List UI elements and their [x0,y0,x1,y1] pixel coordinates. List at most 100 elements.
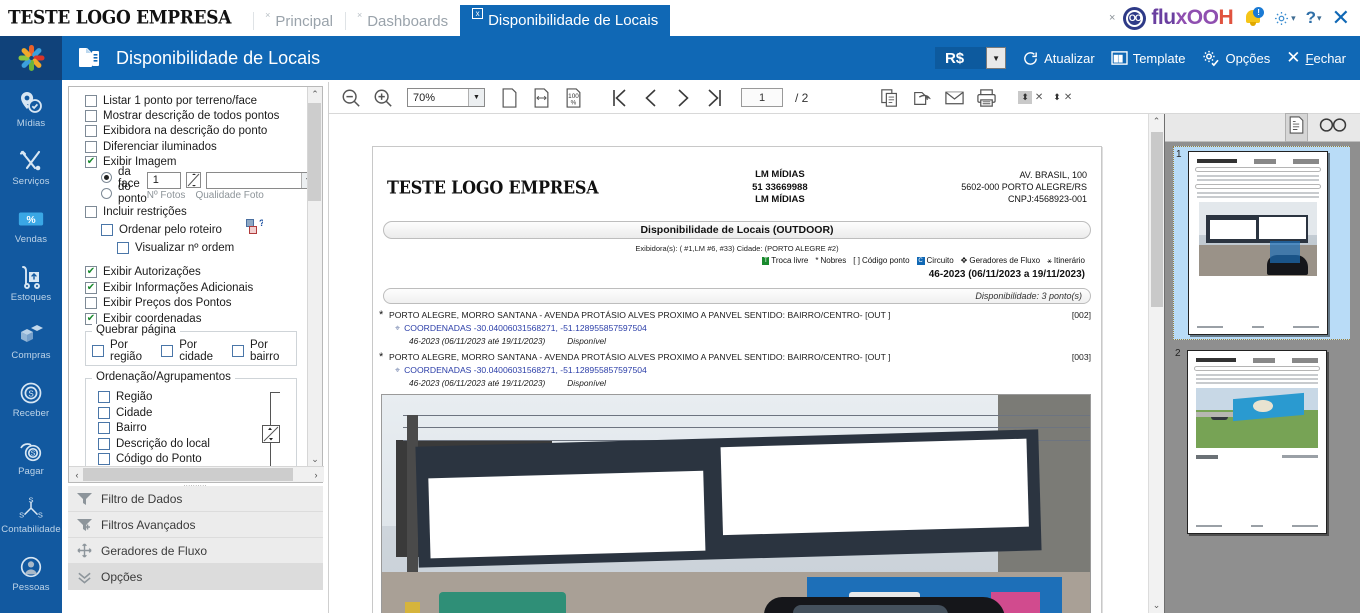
option-por-cidade[interactable]: Por cidade [161,339,223,363]
close-module-button[interactable]: ✕ Fechar [1286,48,1346,68]
option-exibir-precos-pontos[interactable]: Exibir Preços dos Pontos [85,296,307,311]
order-option-cidade[interactable]: Cidade [98,405,252,420]
zoom-level-select[interactable]: 70% ▼ [407,88,485,107]
next-page-icon[interactable] [669,85,697,111]
checkbox-icon[interactable] [85,266,97,279]
option-exibir-autorizacoes[interactable]: Exibir Autorizações [85,265,307,280]
checkbox-icon[interactable] [85,297,97,310]
checkbox-icon[interactable] [85,312,97,325]
settings-gear-icon[interactable]: ▾ [1273,10,1296,27]
checkbox-icon[interactable] [101,223,113,236]
window-close-icon[interactable]: ✕ [1332,7,1350,29]
order-option-codigo-ponto[interactable]: Código do Ponto [98,451,252,466]
refresh-button[interactable]: Atualizar [1022,50,1095,67]
sidebar-item-pessoas[interactable]: Pessoas [0,544,62,602]
checkbox-icon[interactable] [98,437,110,450]
scroll-down-icon[interactable]: ⌄ [1153,600,1161,611]
accordion-filtro-de-dados[interactable]: Filtro de Dados [68,486,323,512]
scroll-down-icon[interactable]: ⌄ [311,454,319,465]
sidebar-item-midias[interactable]: Mídias [0,80,62,138]
route-help-icon[interactable]: ? [245,218,264,240]
scroll-up-icon[interactable]: ⌃ [311,89,319,100]
radio-icon[interactable] [101,187,112,199]
zoom-stepper-b[interactable]: ⬍ ✕ [1053,92,1072,103]
checkbox-icon[interactable] [85,110,97,123]
accordion-geradores-de-fluxo[interactable]: Geradores de Fluxo [68,538,323,564]
checkbox-icon[interactable] [232,344,244,357]
checkbox-icon[interactable] [85,94,97,107]
checkbox-icon[interactable] [85,281,97,294]
options-vertical-scrollbar[interactable]: ⌃ ⌄ [307,87,322,467]
accordion-opcoes[interactable]: Opções [68,564,323,590]
option-diferenciar-iluminados[interactable]: Diferenciar iluminados [85,139,307,154]
option-visualizar-ordem[interactable]: Visualizar nº ordem [85,240,307,255]
option-mostrar-descricao[interactable]: Mostrar descrição de todos pontos [85,108,307,123]
scroll-thumb[interactable] [83,468,293,481]
print-icon[interactable] [972,85,1000,111]
checkbox-icon[interactable] [117,242,129,255]
order-option-descricao-local[interactable]: Descrição do local [98,436,252,451]
chevron-down-icon[interactable]: ▼ [986,47,1007,69]
email-icon[interactable] [940,85,968,111]
option-exibidora-descricao[interactable]: Exibidora na descrição do ponto [85,124,307,139]
option-incluir-restricoes[interactable]: Incluir restrições [85,204,307,219]
sidebar-item-receber[interactable]: S Receber [0,370,62,428]
chevron-down-icon[interactable]: ▼ [468,89,484,106]
thumbnail-list-icon[interactable] [1285,113,1308,142]
thumbnail-page-2[interactable]: 2 [1173,346,1352,538]
scroll-thumb[interactable] [1151,132,1163,307]
sidebar-item-pagar[interactable]: S Pagar [0,428,62,486]
copy-icon[interactable] [876,85,904,111]
sidebar-item-contabilidade[interactable]: SSS Contabilidade [0,486,62,544]
scroll-up-icon[interactable]: ⌃ [1153,116,1161,127]
tab-close-icon[interactable]: x [472,8,484,19]
checkbox-icon[interactable] [98,406,110,419]
last-page-icon[interactable] [701,85,729,111]
qualidade-foto-select[interactable]: ▼ [205,171,307,189]
option-por-regiao[interactable]: Por região [92,339,152,363]
option-ordenar-roteiro[interactable]: Ordenar pelo roteiro [85,222,222,237]
tab-principal[interactable]: × Principal [253,6,345,36]
viewer-vertical-scrollbar[interactable]: ⌃ ⌄ [1148,114,1164,613]
option-listar-1-ponto[interactable]: Listar 1 ponto por terreno/face [85,93,307,108]
tab-close-icon[interactable]: × [265,10,270,20]
checkbox-icon[interactable] [85,205,97,218]
thumbnail-scroll-track[interactable] [1350,142,1360,613]
currency-selector[interactable]: R$ ▼ [934,47,1007,69]
radio-do-ponto[interactable]: do ponto [85,181,147,205]
export-icon[interactable] [908,85,936,111]
chevron-down-icon[interactable]: ▾ [1291,13,1296,24]
sidebar-item-compras[interactable]: Compras [0,312,62,370]
scroll-left-icon[interactable]: ‹ [71,470,83,480]
sidebar-item-servicos[interactable]: Serviços [0,138,62,196]
reorder-toggle-icon[interactable] [262,424,280,443]
zoom-stepper-a[interactable]: ⬍ ✕ [1018,91,1043,104]
checkbox-icon[interactable] [98,452,110,465]
option-por-bairro[interactable]: Por bairro [232,339,290,363]
tab-disponibilidade-de-locais[interactable]: x Disponibilidade de Locais [460,5,671,36]
fit-page-icon[interactable] [495,85,523,111]
prev-page-icon[interactable] [637,85,665,111]
tab-dashboards[interactable]: × Dashboards [344,6,460,36]
option-exibir-informacoes-adicionais[interactable]: Exibir Informações Adicionais [85,280,307,295]
radio-icon[interactable] [101,172,112,184]
thumbnail-page-1[interactable]: 1 [1173,146,1352,340]
zoom-out-icon[interactable] [337,85,365,111]
tab-close-icon[interactable]: × [357,10,362,20]
checkbox-icon[interactable] [98,422,110,435]
actual-size-icon[interactable]: 100% [559,85,587,111]
sidebar-item-estoques[interactable]: Estoques [0,254,62,312]
options-horizontal-scrollbar[interactable]: ‹ › [69,466,324,482]
scroll-right-icon[interactable]: › [310,470,322,480]
order-option-regiao[interactable]: Região [98,390,252,405]
checkbox-icon[interactable] [92,344,104,357]
help-icon[interactable]: ? ▾ [1306,8,1322,28]
page-number-input[interactable]: 1 [741,88,783,107]
accordion-filtros-avancados[interactable]: Filtros Avançados [68,512,323,538]
fit-width-icon[interactable] [527,85,555,111]
spinner-icon[interactable] [185,172,201,189]
checkbox-icon[interactable] [98,391,110,404]
checkbox-icon[interactable] [85,140,97,153]
app-logo-button[interactable] [0,36,62,80]
checkbox-icon[interactable] [85,156,97,169]
